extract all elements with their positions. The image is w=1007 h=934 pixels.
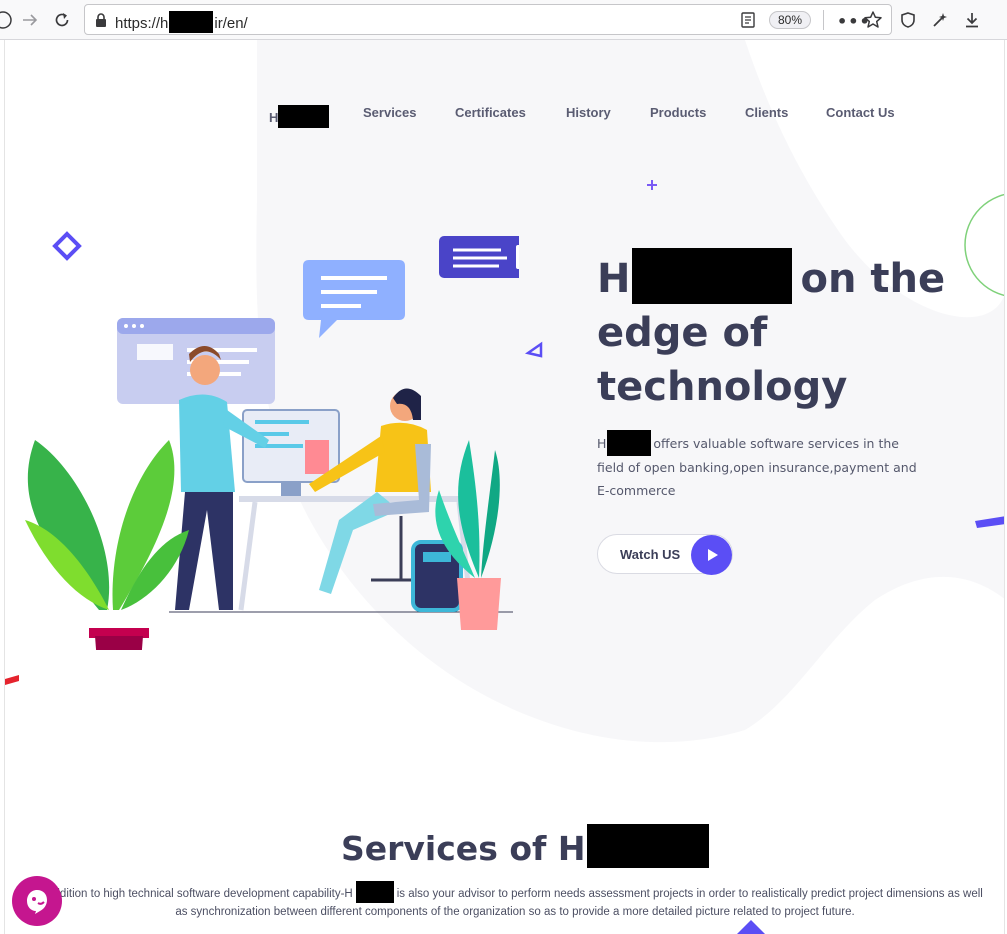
- chat-widget-button[interactable]: [12, 876, 62, 926]
- hero-illustration: [25, 236, 519, 650]
- watch-us-button[interactable]: Watch US: [597, 534, 733, 575]
- url-bar[interactable]: https://h ir/en/ 80% •••: [84, 4, 892, 35]
- reload-icon[interactable]: [48, 6, 76, 34]
- services-description: addition to high technical software deve…: [45, 881, 985, 921]
- nav-history[interactable]: History: [566, 105, 611, 120]
- extensions-icon[interactable]: [926, 6, 954, 34]
- nav-contact-us[interactable]: Contact Us: [826, 105, 895, 120]
- zoom-indicator[interactable]: 80%: [769, 11, 811, 29]
- forward-icon[interactable]: [16, 6, 44, 34]
- lock-icon: [96, 13, 106, 27]
- nav-products[interactable]: Products: [650, 105, 706, 120]
- nav-clients[interactable]: Clients: [745, 105, 788, 120]
- redacted-block: [587, 824, 710, 868]
- redacted-block: [632, 248, 793, 304]
- redacted-block: [355, 881, 394, 903]
- nav-certificates[interactable]: Certificates: [455, 105, 526, 120]
- nav-home[interactable]: H: [269, 105, 330, 128]
- nav-services[interactable]: Services: [363, 105, 417, 120]
- browser-toolbar: https://h ir/en/ 80% •••: [0, 0, 1007, 40]
- hero-title: Hon the edge of technology: [597, 248, 997, 414]
- download-icon[interactable]: [958, 6, 986, 34]
- play-icon[interactable]: [691, 535, 732, 575]
- services-title: Services of H: [341, 824, 710, 868]
- divider: [823, 10, 824, 30]
- hero-description: Hoffers valuable software services in th…: [597, 430, 927, 502]
- watch-us-label: Watch US: [620, 547, 681, 562]
- redacted-block: [278, 105, 330, 128]
- web-page: H Services Certificates History Products…: [4, 40, 1005, 934]
- reader-view-icon[interactable]: [739, 11, 757, 29]
- redacted-block: [607, 430, 652, 456]
- redacted-block: [169, 11, 214, 33]
- chat-icon: [27, 890, 47, 914]
- url-text: https://h ir/en/: [115, 11, 248, 33]
- bookmark-star-icon[interactable]: [863, 10, 883, 30]
- shield-icon[interactable]: [894, 6, 922, 34]
